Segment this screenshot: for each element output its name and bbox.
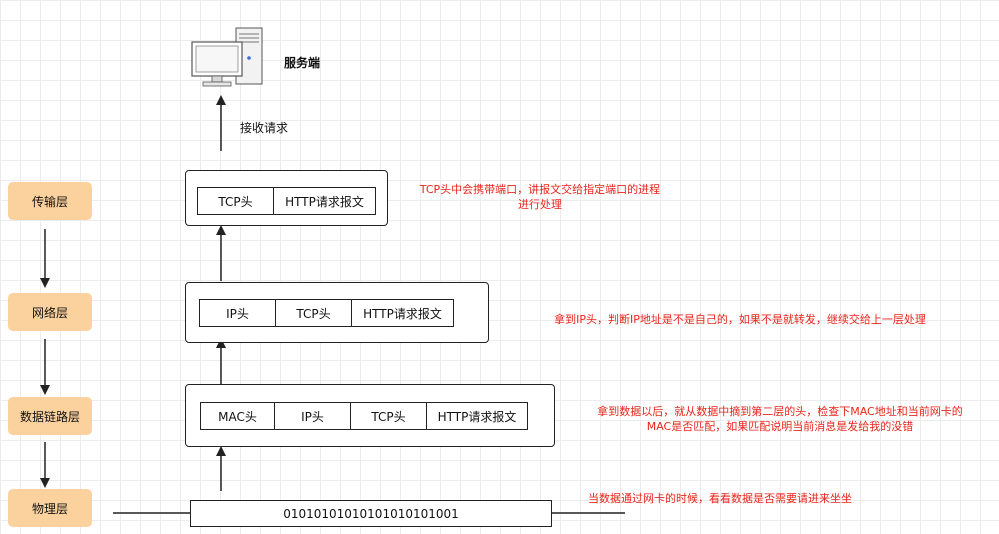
layer-physical: 物理层 (8, 489, 92, 527)
ip-header-cell: IP头 (275, 403, 351, 429)
layer-datalink: 数据链路层 (8, 397, 92, 435)
transport-note-line2: 进行处理 (518, 198, 562, 211)
layer-transport: 传输层 (8, 182, 92, 220)
physical-bits: 01010101010101010101001 (190, 500, 552, 527)
physical-note: 当数据通过网卡的时候，看看数据是否需要请进来坐坐 (588, 492, 852, 505)
server-computer-icon (191, 27, 263, 87)
http-body-cell: HTTP请求报文 (437, 409, 517, 424)
transport-packet: TCP头 HTTP请求报文 (197, 187, 376, 215)
tcp-header-cell: TCP头 (198, 188, 274, 214)
datalink-note-line1: 拿到数据以后，就从数据中摘到第二层的头，检查下MAC地址和当前网卡的 (597, 405, 963, 418)
server-label: 服务端 (284, 56, 321, 70)
transport-note: TCP头中会携带端口，讲报文交给指定端口的进程 进行处理 (395, 182, 685, 212)
network-packet: IP头 TCP头 HTTP请求报文 (199, 299, 454, 327)
network-note: 拿到IP头，判断IP地址是不是自己的，如果不是就转发，继续交给上一层处理 (554, 313, 926, 326)
http-body-cell: HTTP请求报文 (363, 306, 442, 321)
mac-header-cell: MAC头 (201, 403, 275, 429)
receive-request-label: 接收请求 (240, 121, 289, 135)
datalink-packet: MAC头 IP头 TCP头 HTTP请求报文 (200, 402, 528, 430)
tcp-header-cell: TCP头 (276, 300, 352, 326)
datalink-note-line2: MAC是否匹配，如果匹配说明当前消息是发给我的没错 (646, 420, 914, 433)
connector-lines (40, 27, 625, 514)
http-body-cell: HTTP请求报文 (285, 194, 364, 209)
layer-network: 网络层 (8, 293, 92, 331)
datalink-note: 拿到数据以后，就从数据中摘到第二层的头，检查下MAC地址和当前网卡的 MAC是否… (570, 404, 990, 434)
transport-note-line1: TCP头中会携带端口，讲报文交给指定端口的进程 (419, 183, 661, 196)
ip-header-cell: IP头 (200, 300, 276, 326)
tcp-header-cell: TCP头 (351, 403, 427, 429)
